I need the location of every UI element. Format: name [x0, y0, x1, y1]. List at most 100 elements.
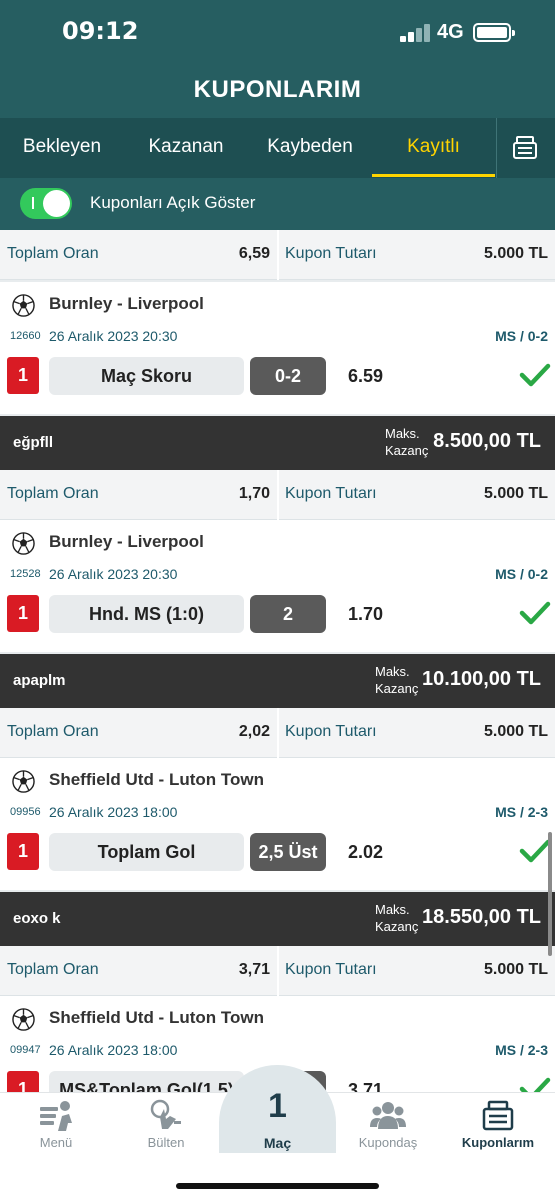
match-date: 26 Aralık 2023 20:30	[49, 566, 178, 582]
won-check-icon	[519, 1077, 551, 1092]
total-odds-label: Toplam Oran	[7, 245, 99, 262]
scrollbar[interactable]	[548, 832, 552, 956]
tab-kayitli[interactable]: Kayıtlı	[372, 118, 495, 178]
nav-label: Menü	[39, 1135, 73, 1150]
selection-pick: 2,5 Üst	[250, 833, 326, 871]
soccer-ball-icon	[12, 294, 35, 317]
match-score: MS / 0-2	[495, 328, 548, 344]
selection-index: 1	[7, 357, 39, 394]
won-check-icon	[519, 601, 551, 625]
coupon-summary: Toplam Oran 3,71 Kupon Tutarı 5.000 TL	[0, 946, 555, 996]
show-coupons-open-toggle[interactable]	[20, 188, 72, 219]
match-score: MS / 2-3	[495, 1042, 548, 1058]
selection-index: 1	[7, 833, 39, 870]
won-check-icon	[519, 363, 551, 387]
total-odds-value: 1,70	[238, 485, 270, 502]
coupon-amount-value: 5.000 TL	[483, 723, 548, 740]
market-name: MS&Toplam Gol(1,5)	[49, 1071, 244, 1092]
nav-label: Bülten	[147, 1135, 185, 1150]
match-row[interactable]: Burnley - Liverpool 12660 26 Aralık 2023…	[0, 282, 555, 414]
status-bar: 09:12 4G	[0, 0, 555, 70]
status-time: 09:12	[62, 17, 139, 45]
soccer-ball-icon	[12, 770, 35, 793]
nav-mac-label[interactable]: Maç	[219, 1135, 336, 1151]
soccer-ball-icon	[12, 1008, 35, 1031]
toggle-label: Kuponları Açık Göster	[90, 193, 256, 212]
tab-divider	[496, 118, 497, 178]
coupon-summary: Toplam Oran 6,59 Kupon Tutarı 5.000 TL	[0, 230, 555, 280]
toggle-bar: Kuponları Açık Göster	[0, 178, 555, 230]
max-win-value: 18.550,00 TL	[422, 906, 541, 928]
coupon-header[interactable]: apaplm Maks. Kazanç 10.100,00 TL	[0, 654, 555, 708]
nav-bulten[interactable]: Bülten	[111, 1099, 221, 1150]
coupon-amount-value: 5.000 TL	[483, 245, 548, 262]
mac-badge[interactable]: 1	[219, 1087, 336, 1126]
menu-person-icon	[40, 1101, 72, 1131]
match-row[interactable]: Burnley - Liverpool 12528 26 Aralık 2023…	[0, 520, 555, 652]
match-date: 26 Aralık 2023 18:00	[49, 804, 178, 820]
market-name: Maç Skoru	[49, 357, 244, 395]
selection-pick: 2	[250, 595, 326, 633]
coupon-header[interactable]: eoxo k Maks. Kazanç 18.550,00 TL	[0, 892, 555, 946]
tab-kaybeden[interactable]: Kaybeden	[248, 118, 372, 178]
total-odds-label: Toplam Oran	[7, 723, 99, 740]
max-win-label: Maks. Kazanç	[375, 902, 419, 934]
match-teams: Burnley - Liverpool	[49, 294, 204, 313]
saved-coupons-icon[interactable]	[511, 134, 539, 162]
nav-kupondas[interactable]: Kupondaş	[333, 1099, 443, 1150]
match-teams: Sheffield Utd - Luton Town	[49, 1008, 264, 1027]
coupon-name: apaplm	[13, 672, 66, 689]
nav-menu[interactable]: Menü	[1, 1099, 111, 1150]
match-date: 26 Aralık 2023 18:00	[49, 1042, 178, 1058]
total-odds-value: 2,02	[238, 723, 270, 740]
match-score: MS / 2-3	[495, 804, 548, 820]
coupon-amount-value: 5.000 TL	[483, 961, 548, 978]
coupon-amount-value: 5.000 TL	[483, 485, 548, 502]
soccer-ball-icon	[12, 532, 35, 555]
bulletin-icon	[150, 1099, 181, 1129]
selection-pick: 0-2	[250, 357, 326, 395]
tab-bar: Bekleyen Kazanan Kaybeden Kayıtlı	[0, 118, 555, 178]
page-title: KUPONLARIM	[193, 76, 362, 103]
total-odds-value: 3,71	[238, 961, 270, 978]
max-win-label: Maks. Kazanç	[375, 664, 419, 696]
tab-kazanan[interactable]: Kazanan	[124, 118, 248, 178]
coupon-name: eoxo k	[13, 910, 61, 927]
tab-bekleyen[interactable]: Bekleyen	[0, 118, 124, 178]
won-check-icon	[519, 839, 551, 863]
battery-icon	[473, 23, 515, 42]
match-teams: Burnley - Liverpool	[49, 532, 204, 551]
bottom-nav: Menü Bülten 1 Maç Kupondaş Kuponlarım	[0, 1065, 555, 1200]
match-code: 12660	[10, 330, 41, 342]
selection-odd: 1.70	[348, 604, 384, 624]
max-win-value: 10.100,00 TL	[422, 668, 541, 690]
total-odds-label: Toplam Oran	[7, 961, 99, 978]
selection-odd: 6.59	[348, 366, 384, 386]
coupon-amount-label: Kupon Tutarı	[285, 245, 377, 262]
max-win-value: 8.500,00 TL	[433, 430, 541, 452]
nav-kuponlarim[interactable]: Kuponlarım	[443, 1099, 553, 1150]
match-code: 09956	[10, 806, 41, 818]
nav-label: Kuponlarım	[461, 1135, 535, 1150]
coupon-amount-label: Kupon Tutarı	[285, 723, 377, 740]
signal-icon	[400, 24, 430, 42]
coupon-amount-label: Kupon Tutarı	[285, 961, 377, 978]
coupon-name: eğpfll	[13, 434, 53, 451]
market-name: Hnd. MS (1:0)	[49, 595, 244, 633]
network-type: 4G	[437, 21, 464, 43]
coupons-icon	[482, 1100, 514, 1131]
max-win-label: Maks. Kazanç	[385, 426, 429, 458]
home-indicator	[176, 1183, 379, 1189]
match-code: 12528	[10, 568, 41, 580]
match-score: MS / 0-2	[495, 566, 548, 582]
people-icon	[370, 1102, 406, 1129]
coupon-list[interactable]: Toplam Oran 6,59 Kupon Tutarı 5.000 TL B…	[0, 230, 555, 1092]
match-teams: Sheffield Utd - Luton Town	[49, 770, 264, 789]
coupon-summary: Toplam Oran 1,70 Kupon Tutarı 5.000 TL	[0, 470, 555, 520]
coupon-header[interactable]: eğpfll Maks. Kazanç 8.500,00 TL	[0, 416, 555, 470]
match-row[interactable]: Sheffield Utd - Luton Town 09956 26 Aral…	[0, 758, 555, 890]
nav-label: Kupondaş	[358, 1135, 418, 1150]
match-date: 26 Aralık 2023 20:30	[49, 328, 178, 344]
selection-index: 1	[7, 595, 39, 632]
total-odds-label: Toplam Oran	[7, 485, 99, 502]
